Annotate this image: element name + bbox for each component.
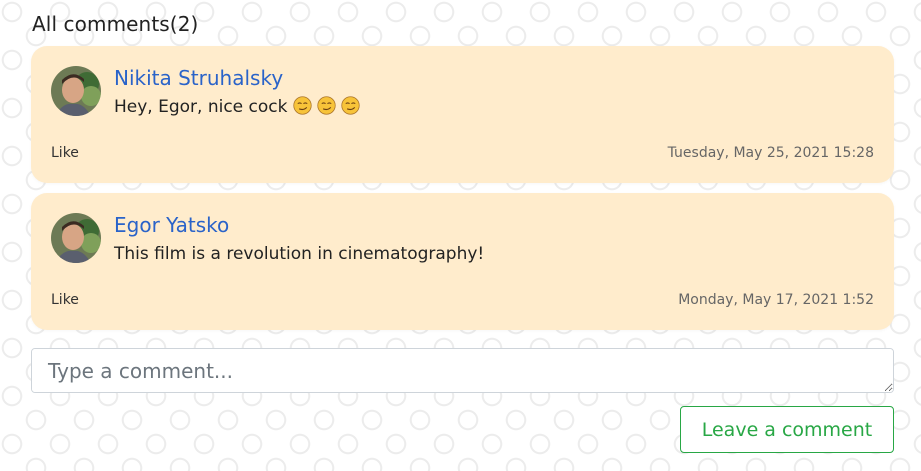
comment-card: Egor Yatsko This film is a revolution in… — [31, 193, 894, 330]
smirking-face-icon — [340, 96, 360, 115]
comment-body: Hey, Egor, nice cock — [114, 97, 288, 117]
avatar[interactable] — [51, 66, 101, 116]
comments-heading: All comments(2) — [32, 12, 199, 36]
avatar[interactable] — [51, 213, 101, 263]
comment-author-link[interactable]: Egor Yatsko — [114, 212, 229, 238]
leave-comment-button[interactable]: Leave a comment — [680, 406, 894, 453]
like-button[interactable]: Like — [51, 145, 79, 161]
comment-date: Monday, May 17, 2021 1:52 — [678, 292, 874, 308]
comment-input[interactable] — [31, 348, 894, 393]
comment-date: Tuesday, May 25, 2021 15:28 — [667, 145, 874, 161]
like-button[interactable]: Like — [51, 292, 79, 308]
comment-body: This film is a revolution in cinematogra… — [114, 244, 485, 264]
comment-text: Hey, Egor, nice cock — [114, 95, 360, 119]
smirking-face-icon — [316, 96, 336, 115]
comment-author-link[interactable]: Nikita Struhalsky — [114, 65, 283, 91]
comment-card: Nikita Struhalsky Hey, Egor, nice cock L… — [31, 46, 894, 183]
comment-text: This film is a revolution in cinematogra… — [114, 242, 484, 266]
smirking-face-icon — [292, 96, 312, 115]
